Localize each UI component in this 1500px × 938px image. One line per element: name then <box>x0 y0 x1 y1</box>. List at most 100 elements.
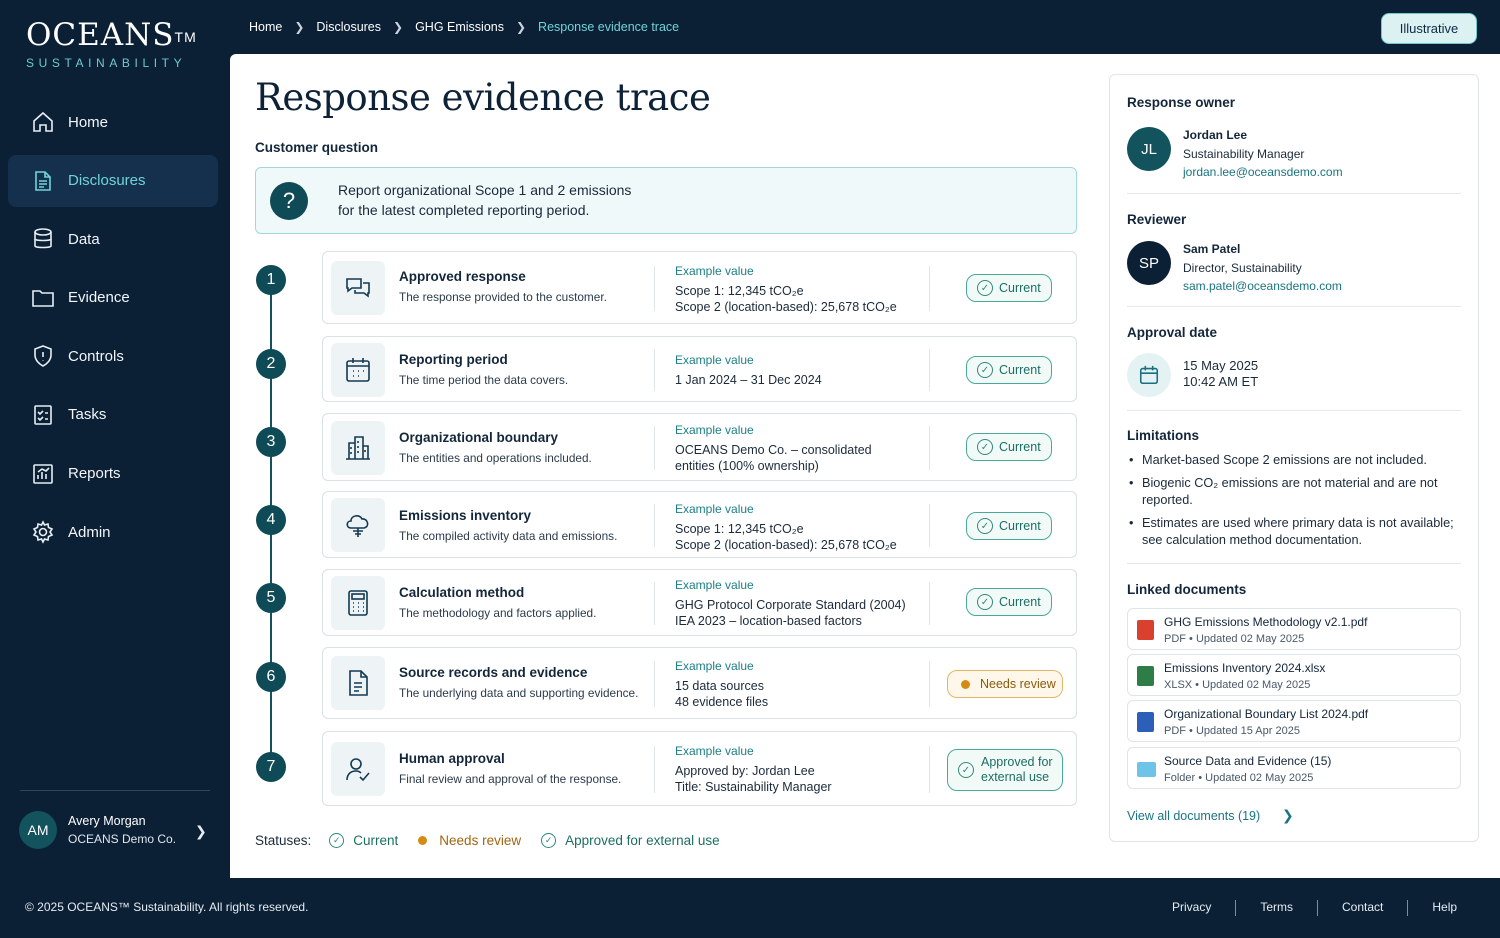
status-badge[interactable]: Needs review <box>947 670 1063 698</box>
divider <box>654 746 655 793</box>
step-card[interactable]: Reporting period The time period the dat… <box>322 336 1077 402</box>
checklist-icon <box>30 402 56 428</box>
section-heading: Linked documents <box>1127 582 1247 597</box>
footer-link-privacy[interactable]: Privacy <box>1172 900 1211 916</box>
limitations-list: Market-based Scope 2 emissions are not i… <box>1127 452 1457 555</box>
breadcrumb-disclosures[interactable]: Disclosures <box>316 20 381 34</box>
user-menu[interactable]: AM Avery Morgan OCEANS Demo Co. ❯ <box>19 811 207 849</box>
status-text: Current <box>999 281 1041 295</box>
step-title: Source records and evidence <box>399 665 588 680</box>
document-name: Source Data and Evidence (15) <box>1164 754 1332 768</box>
step-card[interactable]: Source records and evidence The underlyi… <box>322 647 1077 719</box>
approval-time-value: 10:42 AM ET <box>1183 374 1259 389</box>
pdf-file-icon <box>1137 620 1154 640</box>
step-title: Human approval <box>399 751 505 766</box>
step-description: The time period the data covers. <box>399 373 569 387</box>
database-icon <box>30 226 56 252</box>
sidebar-item-controls[interactable]: Controls <box>8 330 218 382</box>
customer-question: ? Report organizational Scope 1 and 2 em… <box>255 167 1077 234</box>
person-email-link[interactable]: jordan.lee@oceansdemo.com <box>1183 163 1343 181</box>
sidebar-item-label: Tasks <box>68 406 107 424</box>
sidebar-item-tasks[interactable]: Tasks <box>8 389 218 441</box>
step-card[interactable]: Emissions inventory The compiled activit… <box>322 491 1077 558</box>
status-badge[interactable]: ✓ Current <box>966 356 1052 384</box>
breadcrumb-home[interactable]: Home <box>249 20 282 34</box>
chevron-right-icon[interactable]: ❯ <box>1282 807 1294 824</box>
status-text: Current <box>999 519 1041 533</box>
status-badge[interactable]: ✓ Current <box>966 588 1052 616</box>
sidebar-item-reports[interactable]: Reports <box>8 448 218 500</box>
sidebar-item-evidence[interactable]: Evidence <box>8 272 218 324</box>
breadcrumb-ghg-emissions[interactable]: GHG Emissions <box>415 20 504 34</box>
chevron-right-icon: ❯ <box>195 823 207 839</box>
step-card[interactable]: Organizational boundary The entities and… <box>322 413 1077 481</box>
status-text: Approved for <box>981 755 1053 769</box>
step-card[interactable]: Calculation method The methodology and f… <box>322 569 1077 636</box>
sidebar-item-admin[interactable]: Admin <box>8 506 218 558</box>
legend-text: Approved for external use <box>565 833 720 848</box>
page-title: Response evidence trace <box>255 76 711 119</box>
divider <box>654 266 655 311</box>
view-all-documents-link[interactable]: View all documents (19) <box>1127 809 1260 823</box>
example-label: Example value <box>675 353 754 367</box>
check-circle-icon: ✓ <box>977 439 993 455</box>
document-name: Emissions Inventory 2024.xlsx <box>1164 661 1326 675</box>
calculator-icon <box>331 576 385 630</box>
divider <box>1127 563 1461 564</box>
cloud-emissions-icon <box>331 498 385 552</box>
example-label: Example value <box>675 264 754 278</box>
footer-link-help[interactable]: Help <box>1432 900 1457 916</box>
footer-link-contact[interactable]: Contact <box>1342 900 1383 916</box>
divider <box>929 504 930 547</box>
avatar: JL <box>1127 127 1171 171</box>
example-value: Scope 1: 12,345 tCO₂e <box>675 522 804 536</box>
footer-link-terms[interactable]: Terms <box>1260 900 1293 916</box>
document-name: GHG Emissions Methodology v2.1.pdf <box>1164 615 1368 629</box>
status-legend: Statuses: ✓ Current Needs review ✓ Approve… <box>255 833 740 848</box>
question-icon: ? <box>270 181 308 220</box>
document-meta: PDF • Updated 02 May 2025 <box>1164 633 1305 645</box>
step-description: Final review and approval of the respons… <box>399 772 622 786</box>
legend-item-needs-review: Needs review <box>418 833 521 848</box>
linked-document[interactable]: Organizational Boundary List 2024.pdf PD… <box>1127 700 1461 742</box>
status-badge[interactable]: ✓ Current <box>966 512 1052 540</box>
document-name: Organizational Boundary List 2024.pdf <box>1164 707 1369 721</box>
divider <box>1127 306 1461 307</box>
linked-document[interactable]: GHG Emissions Methodology v2.1.pdf PDF •… <box>1127 608 1461 650</box>
warning-dot-icon <box>418 836 428 845</box>
status-text: Current <box>999 595 1041 609</box>
brand-logo[interactable]: OCEANSTM SUSTAINABILITY <box>26 18 197 70</box>
sidebar-item-home[interactable]: Home <box>8 96 218 148</box>
step-number: 2 <box>256 349 286 379</box>
divider <box>1317 900 1319 916</box>
avatar: SP <box>1127 241 1171 285</box>
warning-dot-icon <box>961 679 970 689</box>
divider <box>654 349 655 391</box>
divider <box>1407 900 1409 916</box>
calendar-icon <box>331 343 385 397</box>
step-number: 5 <box>256 583 286 613</box>
linked-document[interactable]: Source Data and Evidence (15) Folder • U… <box>1127 747 1461 789</box>
status-badge[interactable]: ✓ Approved for external use <box>947 749 1063 791</box>
step-title: Calculation method <box>399 585 525 600</box>
sidebar-item-data[interactable]: Data <box>8 213 218 265</box>
sidebar-item-disclosures[interactable]: Disclosures <box>8 154 218 207</box>
status-badge[interactable]: ✓ Current <box>966 433 1052 461</box>
linked-document[interactable]: Emissions Inventory 2024.xlsx XLSX • Upd… <box>1127 654 1461 696</box>
step-card[interactable]: Human approval Final review and approval… <box>322 731 1077 806</box>
step-card[interactable]: Approved response The response provided … <box>322 251 1077 324</box>
legend-item-current: ✓ Current <box>329 833 398 848</box>
person-email-link[interactable]: sam.patel@oceansdemo.com <box>1183 277 1342 295</box>
document-meta: Folder • Updated 02 May 2025 <box>1164 772 1314 784</box>
step-title: Reporting period <box>399 352 508 367</box>
check-circle-icon: ✓ <box>977 518 993 534</box>
check-circle-icon: ✓ <box>977 280 993 296</box>
divider <box>654 582 655 625</box>
folder-icon <box>1137 762 1156 777</box>
status-badge[interactable]: ✓ Current <box>966 274 1052 302</box>
divider <box>929 746 930 793</box>
breadcrumb-current: Response evidence trace <box>538 20 680 34</box>
user-name: Avery Morgan <box>68 813 146 828</box>
legend-item-approved: ✓ Approved for external use <box>541 833 720 848</box>
divider <box>654 426 655 470</box>
